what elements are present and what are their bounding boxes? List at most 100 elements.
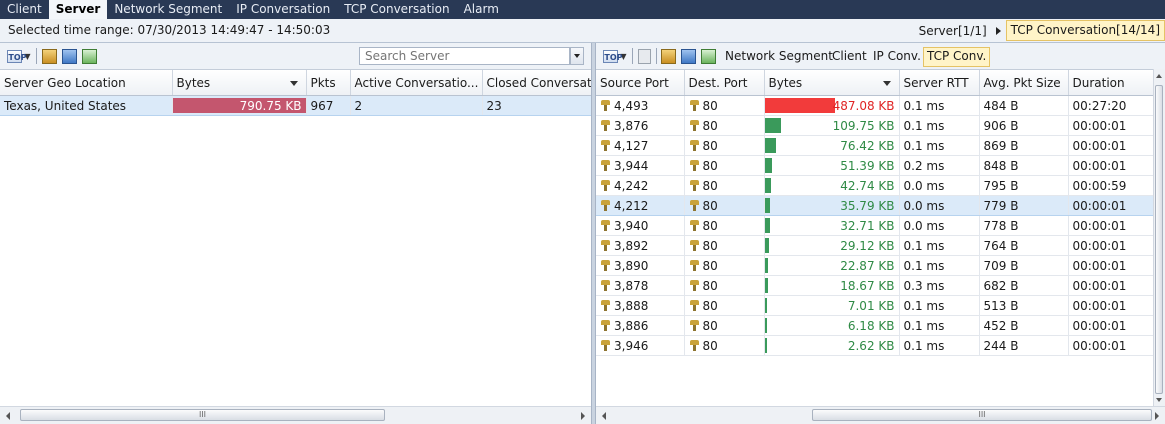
top-filter-button[interactable]: TOP ▼ (6, 47, 32, 65)
tcp-horizontal-scrollbar[interactable]: III (596, 406, 1165, 424)
port-icon (600, 279, 611, 292)
tcp-table-header: Source Port Dest. Port Bytes Server RTT … (596, 70, 1155, 96)
column-header-source-port[interactable]: Source Port (596, 70, 685, 96)
duration-cell: 00:00:01 (1068, 235, 1155, 256)
search-dropdown-button[interactable] (570, 47, 584, 65)
nav-client[interactable]: Client (829, 47, 870, 65)
export-button[interactable] (41, 47, 57, 65)
table-row[interactable]: 3,892 80 29.12 KB 0.1 ms 764 B 00:00:01 (596, 235, 1155, 256)
table-row[interactable]: 3,876 80 109.75 KB 0.1 ms 906 B 00:00:01 (596, 115, 1155, 136)
bytes-bar (764, 338, 767, 353)
dest-port-value: 80 (702, 138, 718, 153)
avg-pkt-size-cell: 452 B (979, 315, 1069, 336)
table-row[interactable]: Texas, United States 790.75 KB 967 2 23 (0, 95, 591, 116)
server-table: Server Geo Location Bytes Pkts Active Co… (0, 70, 591, 116)
report-button[interactable] (81, 47, 97, 65)
server-rtt-cell: 0.1 ms (899, 235, 980, 256)
scroll-up-icon[interactable] (1154, 69, 1165, 83)
tab-network-segment[interactable]: Network Segment (107, 0, 229, 19)
avg-pkt-size-cell: 764 B (979, 235, 1069, 256)
dest-port-value: 80 (702, 278, 718, 293)
dest-port-cell: 80 (684, 255, 765, 276)
duration-cell: 00:00:01 (1068, 115, 1155, 136)
tab-ip-conversation[interactable]: IP Conversation (229, 0, 337, 19)
tcp-vertical-scrollbar[interactable] (1153, 69, 1165, 407)
column-header-avg-pkt-size[interactable]: Avg. Pkt Size (979, 70, 1069, 96)
scrollbar-thumb[interactable] (1155, 85, 1163, 394)
dest-port-value: 80 (702, 158, 718, 173)
report-button[interactable] (700, 47, 716, 65)
duration-cell: 00:00:01 (1068, 295, 1155, 316)
tab-tcp-conversation[interactable]: TCP Conversation (337, 0, 456, 19)
port-icon (689, 219, 700, 232)
column-header-pkts[interactable]: Pkts (306, 70, 351, 96)
bytes-cell: 6.18 KB (764, 315, 900, 336)
column-header-dest-port[interactable]: Dest. Port (684, 70, 765, 96)
table-row[interactable]: 3,940 80 32.71 KB 0.0 ms 778 B 00:00:01 (596, 215, 1155, 236)
server-rtt-cell: 0.1 ms (899, 335, 980, 356)
scrollbar-thumb[interactable]: III (20, 409, 385, 421)
column-header-geo-location[interactable]: Server Geo Location (0, 70, 173, 96)
active-conversations-cell: 2 (350, 95, 483, 116)
tab-alarm[interactable]: Alarm (457, 0, 506, 19)
table-row[interactable]: 3,890 80 22.87 KB 0.1 ms 709 B 00:00:01 (596, 255, 1155, 276)
scroll-right-icon[interactable] (1148, 407, 1165, 424)
tcp-conversation-pane: TOP ▼ Network Segment Client IP Conv. TCP… (596, 43, 1165, 424)
save-button[interactable] (61, 47, 77, 65)
bytes-value: 7.01 KB (847, 298, 895, 313)
table-row[interactable]: 3,878 80 18.67 KB 0.3 ms 682 B 00:00:01 (596, 275, 1155, 296)
table-row[interactable]: 4,493 80 487.08 KB 0.1 ms 484 B 00:27:20 (596, 95, 1155, 116)
source-port-value: 3,890 (614, 258, 649, 273)
bytes-value: 22.87 KB (840, 258, 895, 273)
grid-button[interactable] (636, 47, 652, 65)
table-row[interactable]: 3,888 80 7.01 KB 0.1 ms 513 B 00:00:01 (596, 295, 1155, 316)
dest-port-value: 80 (702, 98, 718, 113)
top-filter-button[interactable]: TOP ▼ (602, 47, 628, 65)
port-icon (600, 179, 611, 192)
source-port-value: 3,944 (614, 158, 649, 173)
scroll-right-icon[interactable] (574, 407, 591, 424)
export-button[interactable] (660, 47, 676, 65)
scroll-down-icon[interactable] (1154, 393, 1165, 407)
table-row[interactable]: 3,946 80 2.62 KB 0.1 ms 244 B 00:00:01 (596, 335, 1155, 356)
column-header-bytes[interactable]: Bytes (764, 70, 900, 96)
table-row[interactable]: 4,127 80 76.42 KB 0.1 ms 869 B 00:00:01 (596, 135, 1155, 156)
table-row[interactable]: 4,212 80 35.79 KB 0.0 ms 779 B 00:00:01 (596, 195, 1155, 216)
tab-client[interactable]: Client (0, 0, 49, 19)
bytes-value: 35.79 KB (840, 198, 895, 213)
tab-server[interactable]: Server (48, 0, 108, 19)
column-header-bytes[interactable]: Bytes (172, 70, 307, 96)
nav-network-segment[interactable]: Network Segment (722, 47, 836, 65)
duration-cell: 00:00:59 (1068, 175, 1155, 196)
source-port-cell: 4,127 (596, 135, 685, 156)
nav-tcp-conv[interactable]: TCP Conv. (923, 47, 991, 67)
server-horizontal-scrollbar[interactable]: III (0, 406, 591, 424)
port-icon (600, 219, 611, 232)
port-icon (600, 299, 611, 312)
scroll-left-icon[interactable] (0, 407, 17, 424)
scroll-left-icon[interactable] (596, 407, 613, 424)
column-header-server-rtt[interactable]: Server RTT (899, 70, 980, 96)
avg-pkt-size-cell: 869 B (979, 135, 1069, 156)
dest-port-cell: 80 (684, 195, 765, 216)
save-button[interactable] (680, 47, 696, 65)
sort-descending-icon (289, 81, 298, 86)
sort-descending-icon (882, 81, 891, 86)
server-rtt-cell: 0.0 ms (899, 175, 980, 196)
server-rtt-cell: 0.1 ms (899, 315, 980, 336)
scrollbar-thumb[interactable]: III (812, 409, 1152, 421)
table-row[interactable]: 4,242 80 42.74 KB 0.0 ms 795 B 00:00:59 (596, 175, 1155, 196)
source-port-value: 4,127 (614, 138, 649, 153)
bytes-cell: 29.12 KB (764, 235, 900, 256)
port-icon (600, 159, 611, 172)
column-header-closed-conversations[interactable]: Closed Conversations (482, 70, 591, 96)
search-server-input[interactable] (359, 47, 570, 65)
table-row[interactable]: 3,944 80 51.39 KB 0.2 ms 848 B 00:00:01 (596, 155, 1155, 176)
table-row[interactable]: 3,886 80 6.18 KB 0.1 ms 452 B 00:00:01 (596, 315, 1155, 336)
breadcrumb-tcp-conversation[interactable]: TCP Conversation[14/14] (1005, 20, 1165, 41)
column-header-active-conversations[interactable]: Active Conversatio... (350, 70, 483, 96)
port-icon (689, 239, 700, 252)
nav-ip-conv[interactable]: IP Conv. (870, 47, 924, 65)
column-header-duration[interactable]: Duration (1068, 70, 1155, 96)
breadcrumb-server[interactable]: Server[1/1] (915, 24, 991, 38)
